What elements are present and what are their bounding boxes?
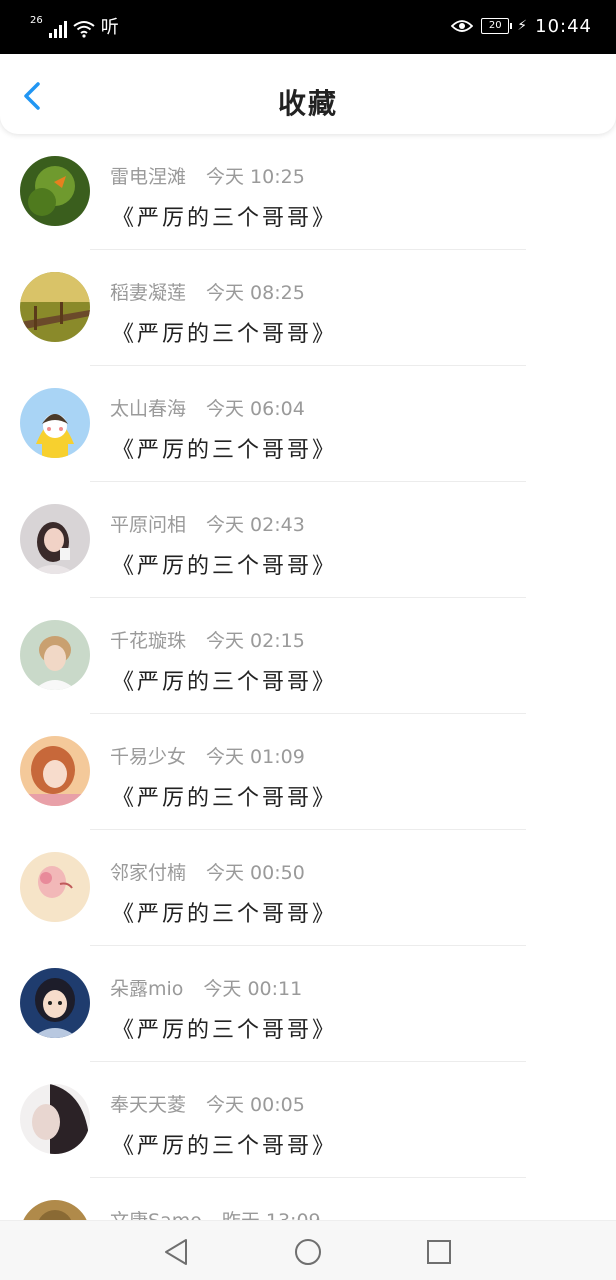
green-nature-avatar xyxy=(20,156,90,226)
book-title[interactable]: 《严厉的三个哥哥》 xyxy=(112,432,337,464)
favorite-item[interactable]: 太山春海 今天 06:04 《严厉的三个哥哥》 xyxy=(0,366,616,482)
favorites-list: 雷电涅滩 今天 10:25 《严厉的三个哥哥》 稻妻凝莲 今天 08:25 《严厉的三个哥… xyxy=(0,134,616,1220)
item-meta: 千花璇珠 今天 02:15 xyxy=(110,626,305,653)
boy-photo-avatar xyxy=(20,620,90,690)
item-time: 今天 10:25 xyxy=(206,166,305,188)
user-name: 平原问相 xyxy=(110,514,187,536)
item-time: 今天 01:09 xyxy=(206,746,305,768)
circle-home-icon[interactable] xyxy=(294,1238,322,1266)
wifi-icon xyxy=(73,21,95,38)
favorite-item[interactable]: 平原问相 今天 02:43 《严厉的三个哥哥》 xyxy=(0,482,616,598)
charging-icon: ⚡ xyxy=(517,18,528,34)
item-meta: 雷电涅滩 今天 10:25 xyxy=(110,162,305,189)
user-name: 千花璇珠 xyxy=(110,630,187,652)
avatar[interactable] xyxy=(20,156,90,226)
book-title[interactable]: 《严厉的三个哥哥》 xyxy=(112,1012,337,1044)
book-title[interactable]: 《严厉的三个哥哥》 xyxy=(112,780,337,812)
user-name: 太山春海 xyxy=(110,398,187,420)
avatar[interactable] xyxy=(20,1200,90,1220)
item-meta: 邻家付楠 今天 00:50 xyxy=(110,858,305,885)
page-title: 收藏 xyxy=(277,87,338,120)
favorite-item[interactable]: 奉天天菱 今天 00:05 《严厉的三个哥哥》 xyxy=(0,1062,616,1178)
book-title[interactable]: 《严厉的三个哥哥》 xyxy=(112,664,337,696)
cartoon-girl-avatar xyxy=(20,388,90,458)
item-meta: 千易少女 今天 01:09 xyxy=(110,742,305,769)
item-time: 今天 00:50 xyxy=(206,862,305,884)
status-left: 26 听 xyxy=(30,14,119,38)
item-time: 今天 02:43 xyxy=(206,514,305,536)
user-name: 文康Samo xyxy=(110,1210,202,1220)
girl-photo-avatar xyxy=(20,504,90,574)
item-meta: 奉天天菱 今天 00:05 xyxy=(110,1090,305,1117)
avatar[interactable] xyxy=(20,968,90,1038)
favorite-item[interactable]: 朵露mio 今天 00:11 《严厉的三个哥哥》 xyxy=(0,946,616,1062)
item-meta: 稻妻凝莲 今天 08:25 xyxy=(110,278,305,305)
battery-icon: 20 xyxy=(481,18,513,34)
item-time: 今天 06:04 xyxy=(206,398,305,420)
signal-icon xyxy=(48,20,67,38)
favorite-item[interactable]: 千花璇珠 今天 02:15 《严厉的三个哥哥》 xyxy=(0,598,616,714)
user-name: 稻妻凝莲 xyxy=(110,282,187,304)
book-title[interactable]: 《严厉的三个哥哥》 xyxy=(112,316,337,348)
avatar[interactable] xyxy=(20,1084,90,1154)
clock: 10:44 xyxy=(535,15,592,37)
anime-girl-avatar xyxy=(20,968,90,1038)
item-time: 今天 00:05 xyxy=(206,1094,305,1116)
avatar[interactable] xyxy=(20,852,90,922)
item-time: 今天 00:11 xyxy=(203,978,303,1000)
item-time: 昨天 13:09 xyxy=(222,1210,321,1220)
sunset-fence-avatar xyxy=(20,272,90,342)
user-name: 雷电涅滩 xyxy=(110,166,187,188)
avatar[interactable] xyxy=(20,388,90,458)
favorite-item[interactable]: 稻妻凝莲 今天 08:25 《严厉的三个哥哥》 xyxy=(0,250,616,366)
navigation-bar xyxy=(0,1220,616,1280)
avatar[interactable] xyxy=(20,272,90,342)
brown-avatar xyxy=(20,1200,90,1220)
avatar[interactable] xyxy=(20,504,90,574)
dark-hair-avatar xyxy=(20,1084,90,1154)
book-title[interactable]: 《严厉的三个哥哥》 xyxy=(112,1128,337,1160)
square-recent-icon[interactable] xyxy=(426,1239,452,1265)
favorite-item[interactable]: 雷电涅滩 今天 10:25 《严厉的三个哥哥》 xyxy=(0,134,616,250)
item-meta: 太山春海 今天 06:04 xyxy=(110,394,305,421)
avatar[interactable] xyxy=(20,620,90,690)
status-note: 听 xyxy=(100,17,119,38)
item-meta: 文康Samo 昨天 13:09 xyxy=(110,1206,321,1220)
header: 收藏 xyxy=(0,54,616,134)
book-title[interactable]: 《严厉的三个哥哥》 xyxy=(112,896,337,928)
eye-comfort-icon xyxy=(451,20,474,32)
user-name: 奉天天菱 xyxy=(110,1094,187,1116)
avatar[interactable] xyxy=(20,736,90,806)
flower-drawing-avatar xyxy=(20,852,90,922)
network-type: 26 xyxy=(30,15,43,26)
status-bar: 26 听 20 ⚡ 10:44 xyxy=(0,0,616,54)
status-right: 20 ⚡ 10:44 xyxy=(451,14,592,38)
user-name: 朵露mio xyxy=(110,978,184,1000)
book-title[interactable]: 《严厉的三个哥哥》 xyxy=(112,548,337,580)
favorite-item[interactable]: 文康Samo昨天 13:09《严厉的三个哥哥》 xyxy=(0,1178,616,1220)
item-time: 今天 02:15 xyxy=(206,630,305,652)
favorite-item[interactable]: 邻家付楠 今天 00:50 《严厉的三个哥哥》 xyxy=(0,830,616,946)
triangle-back-icon[interactable] xyxy=(162,1237,190,1267)
item-meta: 平原问相 今天 02:43 xyxy=(110,510,305,537)
girl-selfie-avatar xyxy=(20,736,90,806)
item-meta: 朵露mio 今天 00:11 xyxy=(110,974,302,1001)
user-name: 千易少女 xyxy=(110,746,187,768)
favorite-item[interactable]: 千易少女 今天 01:09 《严厉的三个哥哥》 xyxy=(0,714,616,830)
user-name: 邻家付楠 xyxy=(110,862,187,884)
book-title[interactable]: 《严厉的三个哥哥》 xyxy=(112,200,337,232)
item-time: 今天 08:25 xyxy=(206,282,305,304)
